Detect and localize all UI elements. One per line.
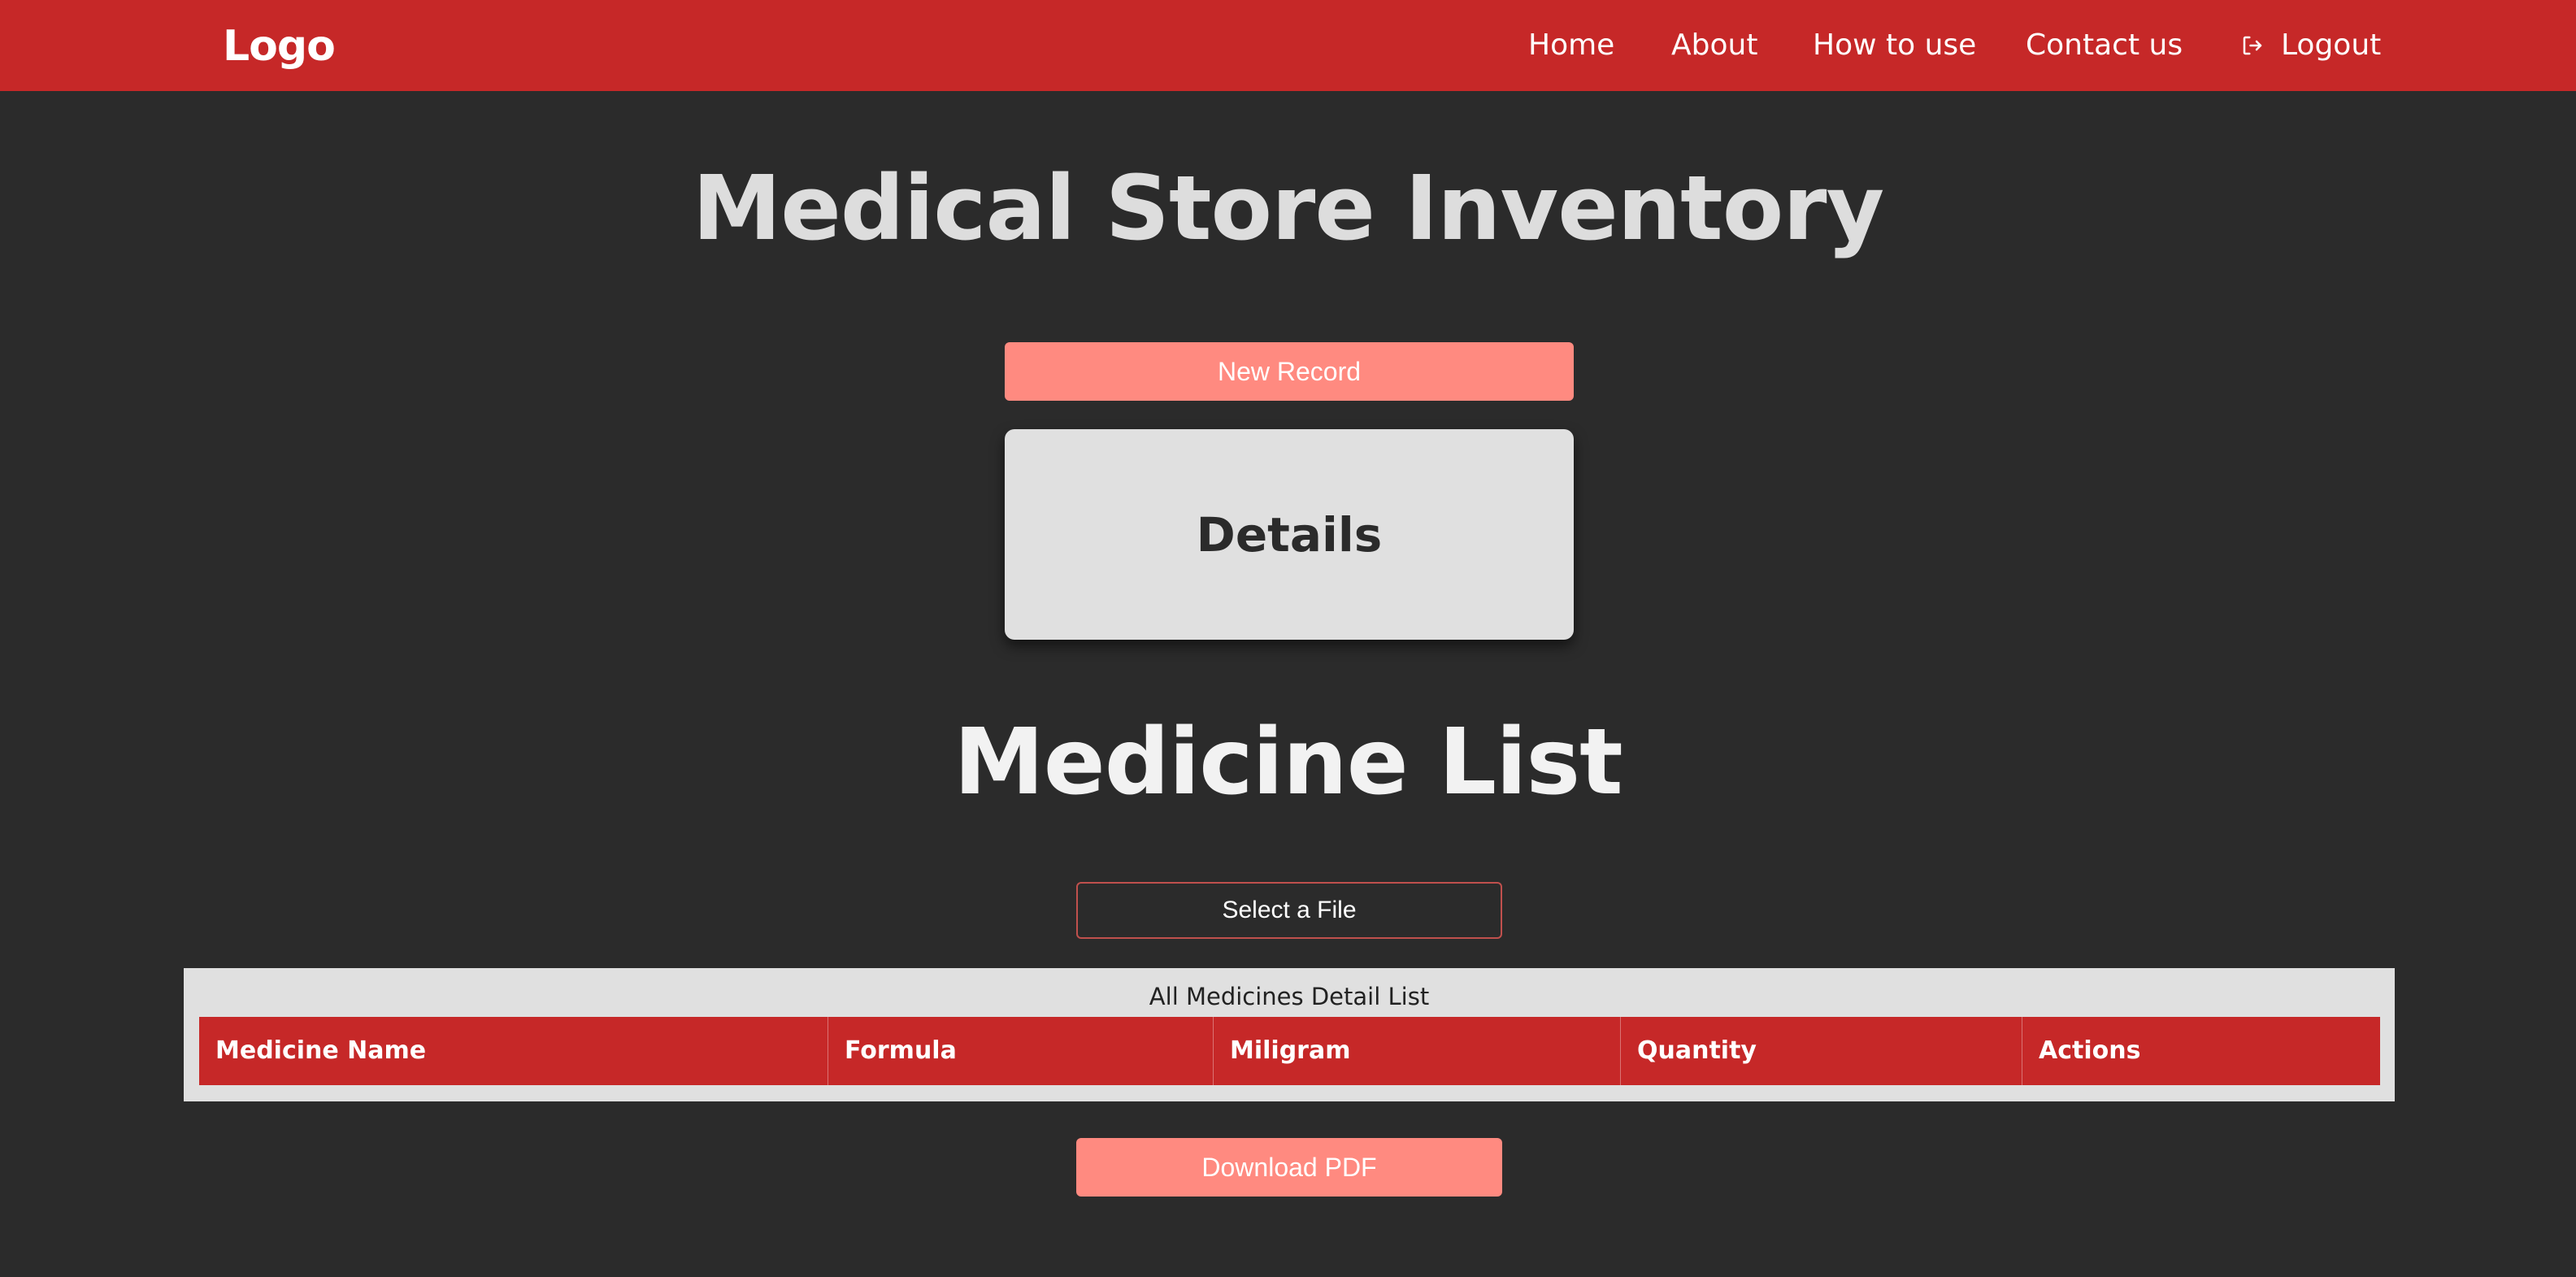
table-caption: All Medicines Detail List: [1149, 983, 1430, 1010]
column-header-quantity: Quantity: [1621, 1017, 2022, 1085]
nav-link-about[interactable]: About: [1671, 23, 1757, 68]
table-header-row: Medicine Name Formula Miligram Quantity …: [199, 1017, 2380, 1085]
column-header-actions: Actions: [2039, 1036, 2141, 1065]
nav-link-contact-us[interactable]: Contact us: [2026, 23, 2183, 68]
nav-link-logout[interactable]: Logout: [2240, 23, 2381, 68]
medicine-list-title: Medicine List: [954, 710, 1622, 815]
download-pdf-button[interactable]: Download PDF: [1076, 1138, 1502, 1197]
logo[interactable]: Logo: [223, 18, 336, 75]
column-header-miligram: Miligram: [1214, 1017, 1621, 1085]
medicine-table: All Medicines Detail List Medicine Name …: [184, 968, 2395, 1101]
logout-icon: [2243, 36, 2262, 55]
navbar: Logo Home About How to use Contact us Lo…: [0, 0, 2576, 91]
column-header-formula: Formula: [828, 1017, 1214, 1085]
logout-label: Logout: [2281, 28, 2382, 62]
new-record-button[interactable]: New Record: [1005, 342, 1574, 401]
select-file-button[interactable]: Select a File: [1076, 882, 1502, 939]
page-title: Medical Store Inventory: [692, 156, 1884, 260]
details-title: Details: [1196, 506, 1383, 562]
nav-link-how-to-use[interactable]: How to use: [1813, 23, 1976, 68]
column-header-medicine-name: Medicine Name: [199, 1017, 828, 1085]
details-card: Details: [1005, 429, 1574, 640]
nav-link-home[interactable]: Home: [1528, 23, 1614, 68]
